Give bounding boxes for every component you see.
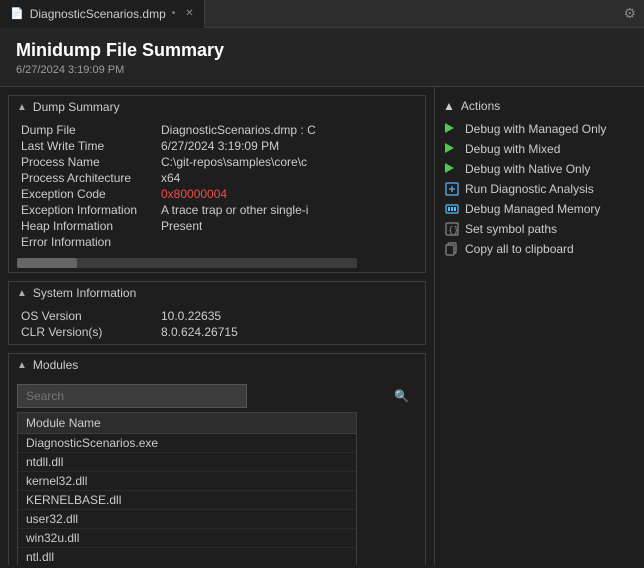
list-item[interactable]: user32.dll (18, 510, 356, 529)
symbol-icon: {} (445, 222, 459, 236)
modules-header[interactable]: ▲ Modules (9, 354, 425, 376)
row-label: Heap Information (21, 219, 161, 233)
actions-chevron-icon: ▲ (443, 99, 455, 113)
row-label: Last Write Time (21, 139, 161, 153)
table-row: Process Architecture x64 (21, 170, 413, 186)
play-icon (445, 142, 459, 156)
list-item[interactable]: win32u.dll (18, 529, 356, 548)
action-label: Debug with Managed Only (465, 122, 606, 136)
list-item[interactable]: ntdll.dll (18, 453, 356, 472)
action-set-symbol-paths[interactable]: {} Set symbol paths (435, 219, 644, 239)
modules-content: 🔍 Module Name DiagnosticScenarios.exe nt… (9, 376, 425, 565)
row-value: A trace trap or other single-i (161, 203, 308, 217)
table-row: Exception Information A trace trap or ot… (21, 202, 413, 218)
dump-summary-title: Dump Summary (33, 100, 120, 114)
system-info-table: OS Version 10.0.22635 CLR Version(s) 8.0… (9, 304, 425, 344)
table-row: Last Write Time 6/27/2024 3:19:09 PM (21, 138, 413, 154)
tab-pin-icon: • (172, 8, 176, 19)
modules-section: ▲ Modules 🔍 Module Name DiagnosticScenar… (0, 353, 434, 565)
row-label: Exception Information (21, 203, 161, 217)
row-label: Dump File (21, 123, 161, 137)
play-icon (445, 162, 459, 176)
system-information-section: ▲ System Information OS Version 10.0.226… (0, 281, 434, 345)
action-label: Set symbol paths (465, 222, 557, 236)
table-row: Process Name C:\git-repos\samples\core\c (21, 154, 413, 170)
table-row: Dump File DiagnosticScenarios.dmp : C (21, 122, 413, 138)
dump-chevron-icon: ▲ (17, 102, 27, 113)
search-input[interactable] (17, 384, 247, 408)
tab-close-button[interactable]: ✕ (185, 8, 193, 19)
row-label: Error Information (21, 235, 161, 249)
system-info-header[interactable]: ▲ System Information (9, 282, 425, 304)
tab-bar: 📄 DiagnosticScenarios.dmp • ✕ ⚙ (0, 0, 644, 28)
table-row: CLR Version(s) 8.0.624.26715 (21, 324, 413, 340)
file-icon: 📄 (10, 7, 24, 20)
settings-button[interactable]: ⚙ (615, 5, 644, 22)
list-item[interactable]: KERNELBASE.dll (18, 491, 356, 510)
right-panel: ▲ Actions Debug with Managed Only Debug … (434, 87, 644, 565)
actions-title: Actions (461, 99, 500, 113)
row-value: 8.0.624.26715 (161, 325, 238, 339)
table-row: Heap Information Present (21, 218, 413, 234)
row-label: Exception Code (21, 187, 161, 201)
modules-title: Modules (33, 358, 78, 372)
memory-icon (445, 202, 459, 216)
svg-text:{}: {} (448, 226, 459, 236)
modules-table: Module Name DiagnosticScenarios.exe ntdl… (17, 412, 357, 565)
action-copy-to-clipboard[interactable]: Copy all to clipboard (435, 239, 644, 259)
row-label: OS Version (21, 309, 161, 323)
actions-header: ▲ Actions (435, 87, 644, 119)
left-panel: ▲ Dump Summary Dump File DiagnosticScena… (0, 87, 434, 565)
action-run-diagnostic[interactable]: Run Diagnostic Analysis (435, 179, 644, 199)
diagnostic-icon (445, 182, 459, 196)
row-label: CLR Version(s) (21, 325, 161, 339)
row-label: Process Architecture (21, 171, 161, 185)
row-value: 0x80000004 (161, 187, 227, 201)
main-content: ▲ Dump Summary Dump File DiagnosticScena… (0, 87, 644, 565)
table-row: Error Information (21, 234, 413, 250)
modules-chevron-icon: ▲ (17, 360, 27, 371)
dump-summary-section: ▲ Dump Summary Dump File DiagnosticScena… (0, 95, 434, 273)
page-subtitle: 6/27/2024 3:19:09 PM (16, 64, 628, 76)
action-label: Run Diagnostic Analysis (465, 182, 594, 196)
row-label: Process Name (21, 155, 161, 169)
play-icon (445, 122, 459, 136)
row-value: Present (161, 219, 202, 233)
action-debug-native-only[interactable]: Debug with Native Only (435, 159, 644, 179)
system-info-title: System Information (33, 286, 136, 300)
modules-column-header: Module Name (18, 413, 356, 434)
row-value: 6/27/2024 3:19:09 PM (161, 139, 279, 153)
horizontal-scrollbar[interactable] (9, 254, 425, 272)
table-row: OS Version 10.0.22635 (21, 308, 413, 324)
table-row: Exception Code 0x80000004 (21, 186, 413, 202)
list-item[interactable]: ntl.dll (18, 548, 356, 565)
tab-label: DiagnosticScenarios.dmp (30, 7, 166, 21)
file-tab[interactable]: 📄 DiagnosticScenarios.dmp • ✕ (0, 0, 205, 28)
action-debug-managed-memory[interactable]: Debug Managed Memory (435, 199, 644, 219)
action-debug-managed-only[interactable]: Debug with Managed Only (435, 119, 644, 139)
row-value: x64 (161, 171, 180, 185)
list-item[interactable]: kernel32.dll (18, 472, 356, 491)
row-value: DiagnosticScenarios.dmp : C (161, 123, 316, 137)
row-value: C:\git-repos\samples\core\c (161, 155, 307, 169)
search-icon: 🔍 (394, 389, 409, 403)
list-item[interactable]: DiagnosticScenarios.exe (18, 434, 356, 453)
page-header: Minidump File Summary 6/27/2024 3:19:09 … (0, 28, 644, 87)
action-label: Debug with Mixed (465, 142, 560, 156)
dump-summary-header[interactable]: ▲ Dump Summary (9, 96, 425, 118)
search-wrapper: 🔍 (17, 384, 417, 408)
action-label: Debug with Native Only (465, 162, 590, 176)
page-title: Minidump File Summary (16, 40, 628, 61)
action-debug-mixed[interactable]: Debug with Mixed (435, 139, 644, 159)
action-label: Copy all to clipboard (465, 242, 574, 256)
action-label: Debug Managed Memory (465, 202, 600, 216)
sysinfo-chevron-icon: ▲ (17, 288, 27, 299)
dump-summary-table: Dump File DiagnosticScenarios.dmp : C La… (9, 118, 425, 254)
copy-icon (445, 242, 459, 256)
row-value: 10.0.22635 (161, 309, 221, 323)
